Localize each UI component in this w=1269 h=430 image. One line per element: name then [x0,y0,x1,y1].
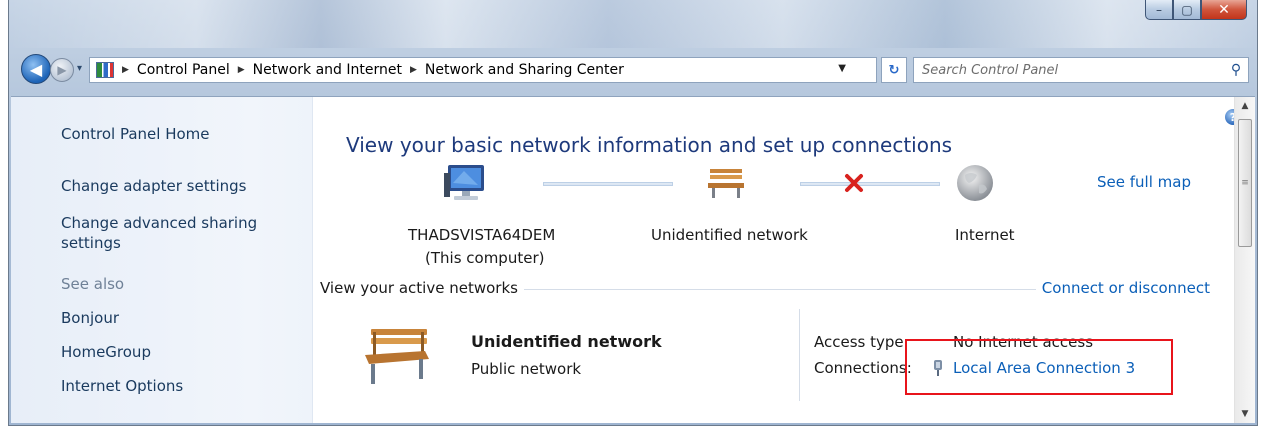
sidebar-see-also-heading: See also [61,275,125,293]
connection-link-label[interactable]: Local Area Connection 3 [953,359,1135,377]
minimize-button[interactable]: – [1145,0,1173,20]
back-button[interactable]: ◀ [21,54,51,84]
map-connector [800,182,940,186]
control-panel-icon [96,62,114,78]
sidebar-item-control-panel-home[interactable]: Control Panel Home [61,125,210,143]
bench-icon[interactable] [706,167,746,199]
vertical-scrollbar[interactable]: ▲ ≡ ▼ [1234,97,1255,423]
connections-label: Connections: [814,359,912,377]
computer-icon[interactable] [444,163,490,203]
refresh-button[interactable]: ↻ [881,57,907,83]
network-adapter-icon [934,360,942,376]
internet-label: Internet [955,226,1015,244]
sidebar: Control Panel Home Change adapter settin… [11,97,313,423]
sidebar-item-bonjour[interactable]: Bonjour [61,309,119,327]
access-type-value: No Internet access [953,333,1094,351]
breadcrumb-separator-icon[interactable]: ▶ [410,65,417,75]
breadcrumb-control-panel[interactable]: Control Panel [137,62,230,78]
main-panel: View your basic network information and … [313,97,1241,423]
navigation-bar: ◀ ▶ ▾ ▶ Control Panel ▶ Network and Inte… [19,54,1249,86]
breadcrumb-separator-icon[interactable]: ▶ [238,65,245,75]
active-network-type[interactable]: Public network [471,360,581,378]
maximize-button[interactable]: ▢ [1173,0,1201,20]
search-icon[interactable]: ⚲ [1224,62,1248,78]
globe-icon[interactable] [955,163,995,203]
network-bench-icon[interactable] [361,327,433,387]
breadcrumb-separator-icon[interactable]: ▶ [122,65,129,75]
active-networks-header: View your active networks Connect or dis… [320,279,1210,299]
network-name-label: Unidentified network [651,226,808,244]
title-bar[interactable] [9,0,1257,48]
sidebar-item-change-advanced-sharing-settings[interactable]: Change advanced sharing settings [61,213,257,253]
breadcrumb-network-and-internet[interactable]: Network and Internet [253,62,402,78]
active-networks-title: View your active networks [320,279,524,297]
computer-name-label: THADSVISTA64DEM [408,226,556,244]
window-controls: – ▢ ✕ [1145,0,1247,20]
close-button[interactable]: ✕ [1201,0,1247,20]
sidebar-item-change-adapter-settings[interactable]: Change adapter settings [61,177,247,195]
breadcrumb-network-and-sharing-center[interactable]: Network and Sharing Center [425,62,624,78]
active-network-name: Unidentified network [471,332,662,351]
address-bar[interactable]: ▶ Control Panel ▶ Network and Internet ▶… [89,57,877,83]
local-area-connection-link[interactable]: Local Area Connection 3 [933,359,1135,377]
explorer-window: – ▢ ✕ ◀ ▶ ▾ ▶ Control Panel ▶ Network an… [8,0,1258,426]
see-full-map-link[interactable]: See full map [1097,173,1191,191]
address-dropdown-icon[interactable]: ▼ [838,63,846,74]
scroll-thumb[interactable]: ≡ [1238,119,1252,247]
page-title: View your basic network information and … [346,133,953,157]
sidebar-item-homegroup[interactable]: HomeGroup [61,343,151,361]
scroll-down-arrow-icon[interactable]: ▼ [1235,405,1255,423]
sidebar-item-internet-options[interactable]: Internet Options [61,377,183,395]
vertical-divider [799,309,800,401]
no-connection-icon [845,174,863,192]
search-input[interactable] [914,58,1224,82]
content-area: Control Panel Home Change adapter settin… [11,96,1255,423]
access-type-label: Access type: [814,333,909,351]
scroll-up-arrow-icon[interactable]: ▲ [1235,97,1255,115]
search-box: ⚲ [913,57,1249,83]
map-connector [543,182,673,186]
forward-button[interactable]: ▶ [50,58,74,82]
recent-pages-dropdown[interactable]: ▾ [77,63,82,74]
connect-or-disconnect-link[interactable]: Connect or disconnect [1035,279,1210,297]
computer-sub-label: (This computer) [425,249,545,267]
